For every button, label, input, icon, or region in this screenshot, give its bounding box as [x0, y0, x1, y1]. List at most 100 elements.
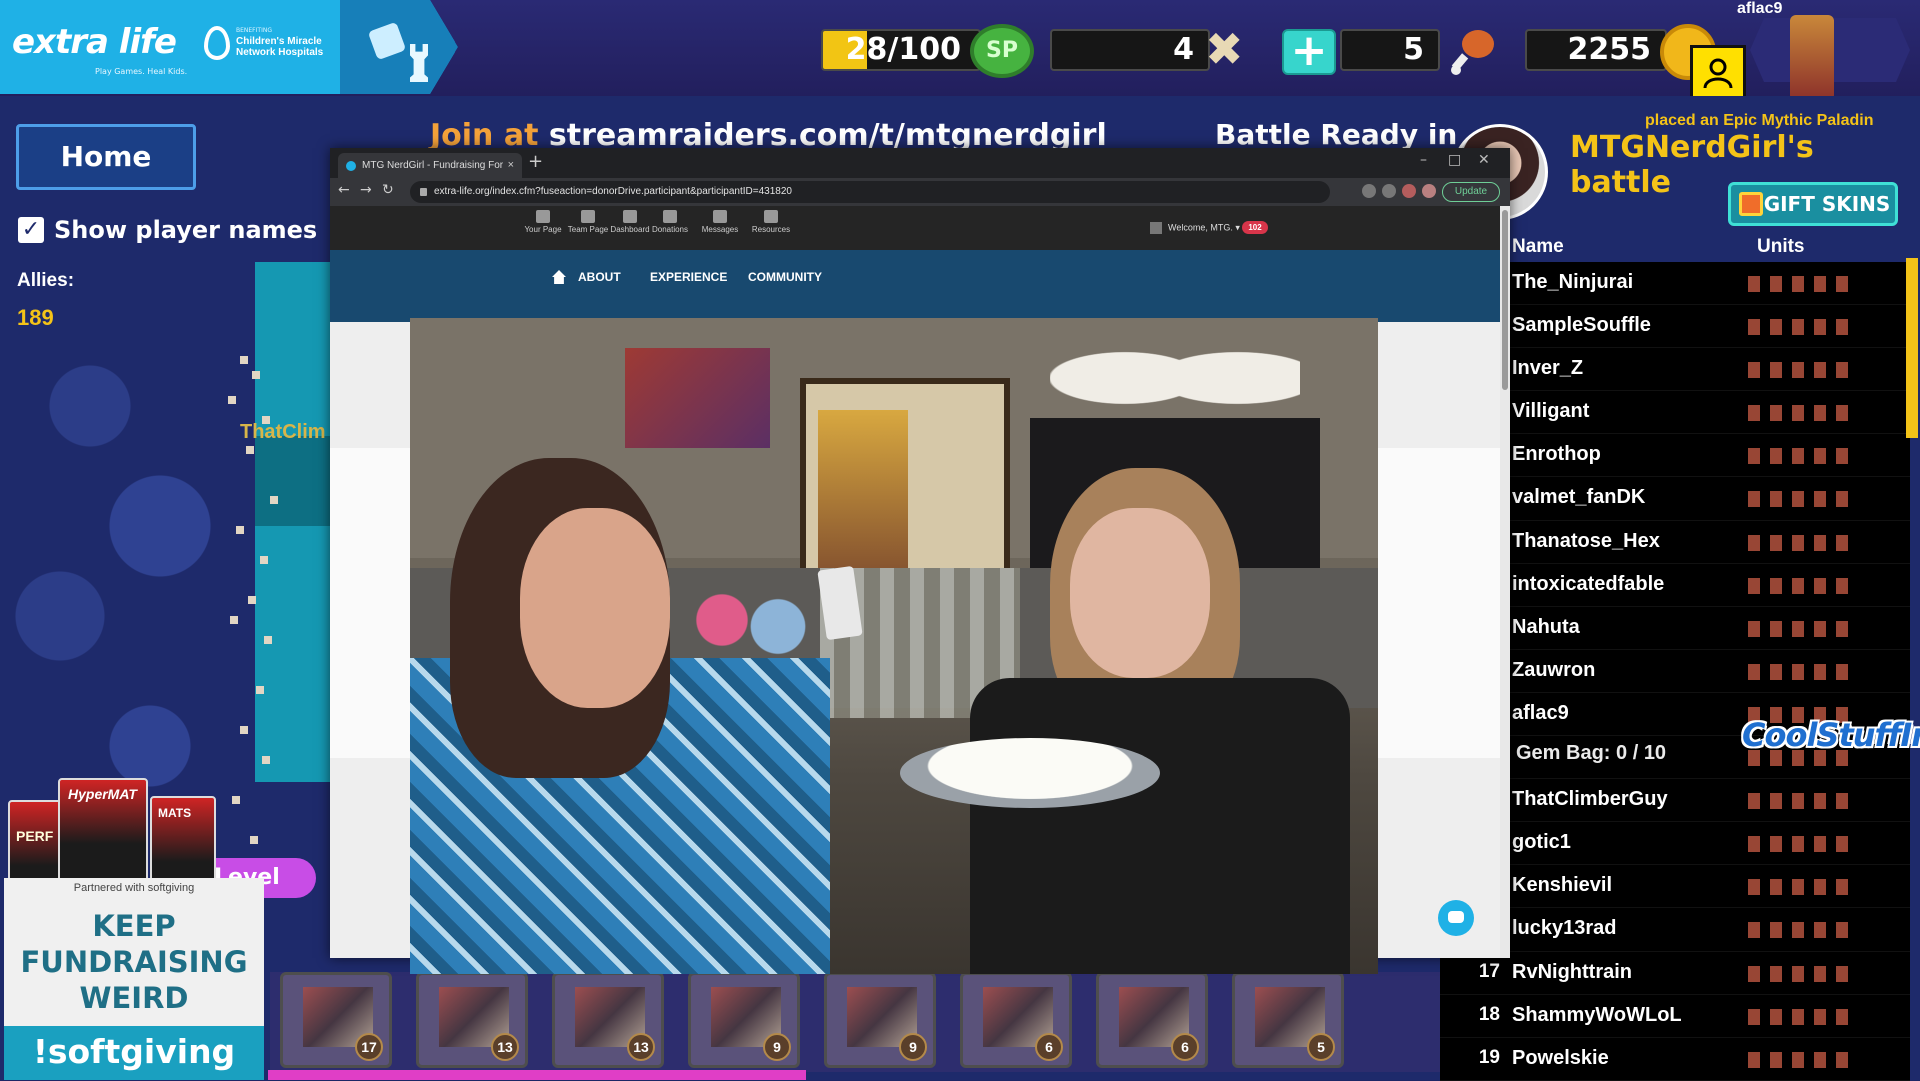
- unit-card[interactable]: 17: [280, 972, 392, 1068]
- board-unit: [236, 526, 244, 534]
- browser-tab[interactable]: MTG NerdGirl - Fundraising For ×: [338, 153, 522, 178]
- player-row[interactable]: Villigant: [1440, 391, 1910, 435]
- browser-update-button[interactable]: Update: [1442, 182, 1500, 202]
- nav-experience[interactable]: EXPERIENCE: [650, 270, 727, 284]
- home-button[interactable]: Home: [16, 124, 196, 190]
- puzzle-extensions-icon[interactable]: [1382, 184, 1396, 198]
- player-units-icons: [1748, 922, 1858, 939]
- unit-card[interactable]: 13: [552, 972, 664, 1068]
- player-row[interactable]: 17 RvNighttrain: [1440, 951, 1910, 995]
- keep-fundraising-text: KEEP FUNDRAISING WEIRD: [20, 909, 248, 1015]
- extension-icon[interactable]: [1362, 184, 1376, 198]
- battle-ready-text: Battle Ready in: [1215, 118, 1458, 151]
- unit-card[interactable]: 6: [1096, 972, 1208, 1068]
- player-row[interactable]: The_Ninjurai: [1440, 262, 1910, 306]
- add-currency-button[interactable]: +: [1282, 29, 1336, 75]
- person-right-face: [1070, 508, 1210, 678]
- player-row[interactable]: valmet_fanDK: [1440, 477, 1910, 521]
- new-tab-button[interactable]: +: [528, 151, 543, 172]
- unit-card[interactable]: 5: [1232, 972, 1344, 1068]
- gift-skins-label: GIFT SKINS: [1763, 192, 1891, 216]
- unit-level-badge: 13: [627, 1033, 655, 1061]
- player-rank: 19: [1478, 1046, 1500, 1068]
- home-icon[interactable]: [552, 270, 566, 284]
- player-row[interactable]: Zauwron: [1440, 649, 1910, 693]
- player-row[interactable]: Enrothop: [1440, 434, 1910, 478]
- player-list-scrollbar[interactable]: [1906, 258, 1918, 438]
- player-units-icons: [1748, 491, 1858, 508]
- meat-drumstick-icon: [1451, 30, 1494, 75]
- gift-skins-button[interactable]: GIFT SKINS: [1728, 182, 1898, 226]
- player-rank: 17: [1478, 960, 1500, 982]
- nav-about[interactable]: ABOUT: [578, 270, 621, 284]
- scrollbar-thumb[interactable]: [1502, 210, 1508, 390]
- player-row[interactable]: 18 ShammyWoWLoL: [1440, 994, 1910, 1038]
- browser-scrollbar[interactable]: [1500, 206, 1510, 958]
- player-name: Zauwron: [1512, 658, 1596, 681]
- browser-toolbar: ← → ↻ extra-life.org/index.cfm?fuseactio…: [330, 178, 1510, 206]
- player-units-icons: [1748, 879, 1858, 896]
- player-row[interactable]: SampleSouffle: [1440, 305, 1910, 349]
- notification-badge[interactable]: 102: [1242, 221, 1268, 234]
- sponsor-card: Partnered with softgiving KEEP FUNDRAISI…: [4, 878, 264, 1080]
- maximize-icon[interactable]: □: [1448, 152, 1461, 168]
- unit-card[interactable]: 6: [960, 972, 1072, 1068]
- extra-life-favicon-icon: [346, 161, 356, 171]
- player-row[interactable]: lucky13rad: [1440, 908, 1910, 952]
- welcome-menu[interactable]: Welcome, MTG. ▾: [1150, 222, 1240, 234]
- account-icon[interactable]: [1422, 184, 1436, 198]
- raid-panel: placed an Epic Mythic Paladin MTGNerdGir…: [1440, 112, 1920, 1081]
- top-hud: extra life Play Games. Heal Kids. BENEFI…: [0, 0, 1920, 101]
- player-list[interactable]: The_Ninjurai SampleSouffle Inver_Z Villigan…: [1440, 262, 1910, 1081]
- address-bar[interactable]: extra-life.org/index.cfm?fuseaction=dono…: [410, 181, 1330, 203]
- unit-card[interactable]: 9: [824, 972, 936, 1068]
- reload-icon[interactable]: ↻: [382, 182, 394, 198]
- back-icon[interactable]: ←: [338, 182, 350, 198]
- unit-card[interactable]: 13: [416, 972, 528, 1068]
- forward-icon[interactable]: →: [360, 182, 372, 198]
- player-name: ShammyWoWLoL: [1512, 1003, 1682, 1026]
- site-nav-icon: [663, 210, 677, 223]
- site-nav-item[interactable]: Resources: [741, 210, 801, 234]
- benefiting-label: BENEFITING: [236, 27, 272, 34]
- player-row[interactable]: Inver_Z: [1440, 348, 1910, 392]
- checkbox-checked-icon[interactable]: ✓: [18, 217, 44, 243]
- board-unit: [240, 726, 248, 734]
- player-name: gotic1: [1512, 831, 1571, 854]
- nav-community[interactable]: COMMUNITY: [748, 270, 822, 284]
- board-unit: [240, 356, 248, 364]
- chat-bubble-button[interactable]: [1438, 900, 1474, 936]
- board-unit: [252, 371, 260, 379]
- name-column-header: Name: [1512, 236, 1564, 257]
- player-row[interactable]: Thanatose_Hex: [1440, 520, 1910, 564]
- player-name: Inver_Z: [1512, 357, 1584, 380]
- player-row[interactable]: Kenshievil: [1440, 865, 1910, 909]
- partner-line: Partnered with softgiving: [73, 882, 195, 894]
- unit-card[interactable]: 9: [688, 972, 800, 1068]
- show-player-names-toggle[interactable]: ✓ Show player names: [18, 216, 317, 244]
- address-url: extra-life.org/index.cfm?fuseaction=dono…: [434, 186, 792, 197]
- player-character-avatar: [1790, 15, 1834, 101]
- extra-life-tagline: Play Games. Heal Kids.: [95, 67, 188, 76]
- sp-progress-text: 28/100: [845, 32, 961, 67]
- close-window-icon[interactable]: ✕: [1478, 152, 1490, 168]
- playmat-label: PERF: [16, 828, 54, 844]
- player-units-icons: [1748, 448, 1858, 465]
- crossed-bones-icon: ✖: [1205, 22, 1244, 76]
- player-row[interactable]: intoxicatedfable: [1440, 563, 1910, 607]
- player-row[interactable]: ThatClimberGuy: [1440, 779, 1910, 823]
- profile-button[interactable]: [1690, 45, 1746, 101]
- softgiving-sponsor: PERF HyperMAT MATS Partnered with softgi…: [0, 778, 265, 1080]
- player-row[interactable]: Nahuta: [1440, 606, 1910, 650]
- player-row[interactable]: 19 Powelskie: [1440, 1037, 1910, 1081]
- player-name-tag: ThatClim: [240, 421, 326, 443]
- player-name: Kenshievil: [1512, 874, 1613, 897]
- close-tab-icon[interactable]: ×: [508, 153, 514, 178]
- minimize-icon[interactable]: –: [1420, 152, 1427, 168]
- player-row[interactable]: gotic1: [1440, 822, 1910, 866]
- person-right-shirt: [970, 678, 1350, 974]
- tab-title: MTG NerdGirl - Fundraising For: [362, 160, 504, 171]
- player-units-icons: [1748, 1008, 1858, 1025]
- profile-icon[interactable]: [1402, 184, 1416, 198]
- player-units-icons: [1748, 620, 1858, 637]
